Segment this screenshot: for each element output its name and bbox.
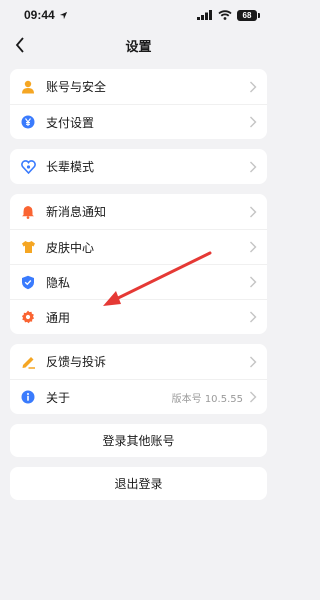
settings-row-label: 支付设置 xyxy=(46,115,95,130)
shield-icon xyxy=(20,274,36,290)
settings-row[interactable]: 关于 版本号 10.5.55 xyxy=(10,379,267,414)
bell-icon xyxy=(20,204,36,220)
chevron-right-icon xyxy=(250,276,257,288)
chevron-right-icon xyxy=(250,81,257,92)
location-arrow-icon xyxy=(59,11,67,19)
settings-row[interactable]: 皮肤中心 xyxy=(10,229,267,264)
status-bar: 09:44 68 xyxy=(0,0,277,30)
chevron-right-icon xyxy=(250,161,257,172)
signal-icon xyxy=(197,10,212,20)
settings-row[interactable]: 隐私 xyxy=(10,264,267,299)
nav-bar: 设置 xyxy=(0,30,277,60)
pen-icon xyxy=(20,354,36,370)
settings-group: 新消息通知皮肤中心隐私通用 xyxy=(10,194,267,334)
wifi-icon xyxy=(218,10,232,20)
heart-icon xyxy=(20,159,36,175)
chevron-right-icon xyxy=(250,241,257,253)
battery-indicator: 68 xyxy=(237,9,260,21)
chevron-right-icon xyxy=(250,311,257,323)
user-icon xyxy=(20,79,36,95)
info-icon xyxy=(20,389,36,405)
yuan-icon xyxy=(20,114,36,130)
shirt-icon xyxy=(20,239,36,255)
chevron-right-icon xyxy=(250,206,257,217)
gear-icon xyxy=(20,309,36,325)
settings-row-label: 反馈与投诉 xyxy=(46,355,107,369)
settings-row-label: 长辈模式 xyxy=(46,160,95,174)
settings-group: 账号与安全 支付设置 xyxy=(10,69,267,139)
version-value: 版本号 10.5.55 xyxy=(171,393,243,405)
page-title: 设置 xyxy=(125,39,152,55)
settings-row-label: 新消息通知 xyxy=(46,205,107,219)
settings-row[interactable]: 支付设置 xyxy=(10,104,267,139)
settings-row[interactable]: 账号与安全 xyxy=(10,69,267,104)
settings-group: 长辈模式 xyxy=(10,149,267,184)
settings-row[interactable]: 长辈模式 xyxy=(10,149,267,184)
settings-row-label: 隐私 xyxy=(46,275,71,290)
settings-row[interactable]: 反馈与投诉 xyxy=(10,344,267,379)
status-time: 09:44 xyxy=(24,8,55,22)
chevron-right-icon xyxy=(250,356,257,367)
settings-row-label: 皮肤中心 xyxy=(46,240,95,255)
back-button[interactable] xyxy=(8,33,32,57)
chevron-left-icon xyxy=(15,37,24,53)
settings-row-label: 账号与安全 xyxy=(46,80,107,94)
chevron-right-icon xyxy=(250,116,257,128)
logout-button[interactable]: 退出登录 xyxy=(10,467,267,500)
settings-row-label: 通用 xyxy=(46,310,71,325)
settings-row[interactable]: 新消息通知 xyxy=(10,194,267,229)
chevron-right-icon xyxy=(250,391,257,403)
settings-row-label: 关于 xyxy=(46,390,71,405)
login-other-account-button[interactable]: 登录其他账号 xyxy=(10,424,267,457)
settings-row[interactable]: 通用 xyxy=(10,299,267,334)
settings-group: 反馈与投诉关于 版本号 10.5.55 xyxy=(10,344,267,414)
